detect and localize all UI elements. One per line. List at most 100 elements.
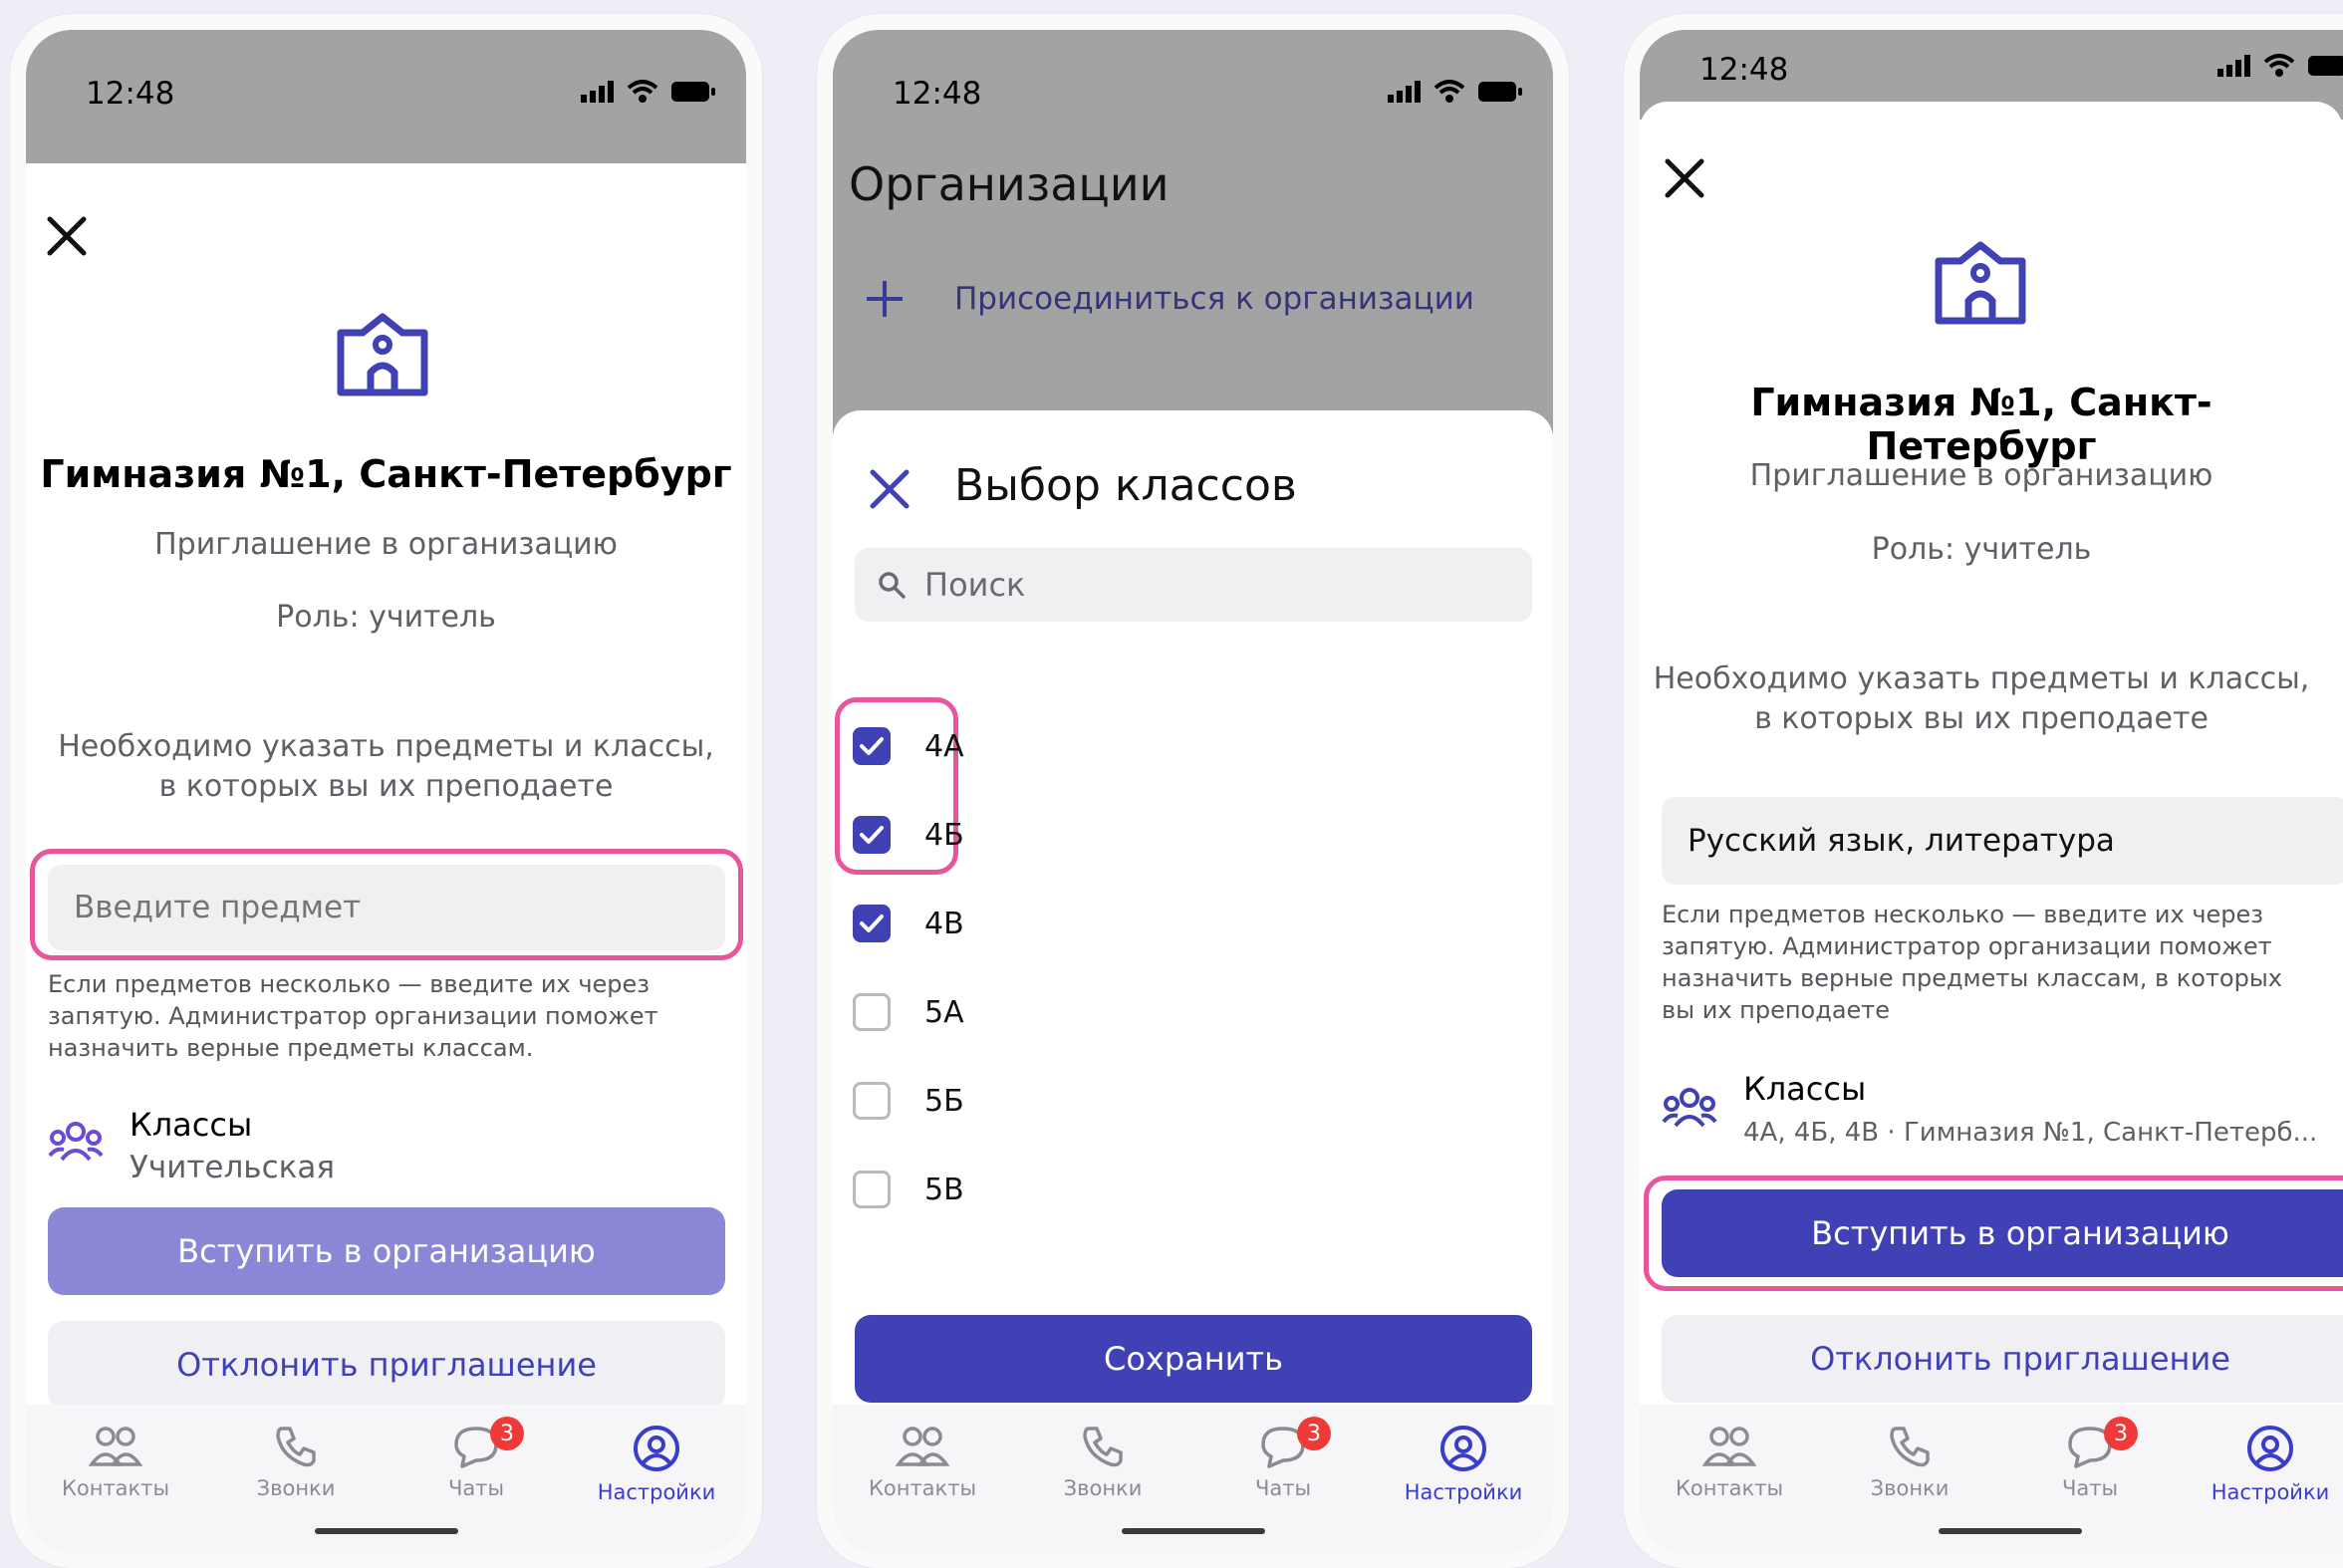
class-option[interactable]: 5А xyxy=(853,993,964,1031)
battery-icon xyxy=(671,82,715,102)
checkbox-checked[interactable] xyxy=(853,727,891,765)
tab-label: Звонки xyxy=(256,1476,336,1500)
tab-calls[interactable]: Звонки xyxy=(206,1425,386,1500)
class-option[interactable]: 4А xyxy=(853,727,964,765)
contacts-icon xyxy=(88,1427,143,1466)
join-organization-label: Присоединиться к организации xyxy=(954,281,1474,317)
class-label: 5Б xyxy=(924,1083,964,1119)
tab-calls[interactable]: Звонки xyxy=(1820,1425,1999,1500)
contacts-icon xyxy=(1701,1427,1757,1466)
tab-settings[interactable]: Настройки xyxy=(567,1425,746,1504)
checkbox-unchecked[interactable] xyxy=(853,993,891,1031)
tab-settings[interactable]: Настройки xyxy=(2181,1425,2343,1504)
instruction-line-2: в которых вы их преподаете xyxy=(158,769,614,804)
search-field[interactable]: Поиск xyxy=(855,548,1532,622)
checkbox-checked[interactable] xyxy=(853,816,891,854)
subject-input[interactable] xyxy=(48,865,725,950)
class-label: 4В xyxy=(924,906,964,941)
instruction-line-1: Необходимо указать предметы и классы, xyxy=(58,729,714,764)
tab-label: Контакты xyxy=(868,1476,977,1500)
battery-icon xyxy=(2308,56,2343,76)
class-option[interactable]: 5В xyxy=(853,1171,964,1208)
checkmark-icon xyxy=(860,737,884,755)
search-icon xyxy=(879,572,906,599)
signal-icon xyxy=(2217,55,2250,77)
tab-label: Чаты xyxy=(2061,1476,2119,1500)
tab-bar: Контакты Звонки Чаты 3 Настройки xyxy=(1640,1405,2343,1554)
classes-value: 4А, 4Б, 4В · Гимназия №1, Санкт-Петерб..… xyxy=(1743,1118,2318,1148)
phone-icon xyxy=(276,1427,316,1467)
save-button[interactable]: Сохранить xyxy=(855,1315,1532,1403)
screen: 12:48 Гимназия №1, Санкт-Петербург Пригл… xyxy=(1640,30,2343,1554)
subject-note-line-3: назначить верные предметы классам, в кот… xyxy=(1662,964,2282,992)
classes-row[interactable]: Классы Учительская xyxy=(48,1100,725,1189)
organizations-background: 12:48 Организации Присоединиться к орган… xyxy=(833,30,1553,448)
subject-note-line-1: Если предметов несколько — введите их че… xyxy=(1662,901,2264,928)
profile-icon xyxy=(2247,1426,2293,1471)
phone-invite-empty: 12:48 Гимназия №1, Санкт-Петербург Пригл… xyxy=(10,14,762,1568)
checkmark-icon xyxy=(860,915,884,932)
invite-sheet: Гимназия №1, Санкт-Петербург Приглашение… xyxy=(1640,102,2343,1554)
class-label: 4А xyxy=(924,728,964,764)
tab-contacts[interactable]: Контакты xyxy=(1640,1425,1819,1500)
decline-invitation-button[interactable]: Отклонить приглашение xyxy=(1662,1315,2343,1403)
group-icon xyxy=(1662,1088,1717,1128)
sheet-title: Выбор классов xyxy=(954,460,1297,511)
wifi-icon xyxy=(2263,54,2295,77)
subject-note-line-3: назначить верные предметы классам. xyxy=(48,1034,534,1062)
join-organization-button[interactable]: Вступить в организацию xyxy=(1662,1189,2343,1277)
tab-label: Чаты xyxy=(1254,1476,1312,1500)
join-organization-link[interactable]: Присоединиться к организации xyxy=(863,277,1474,321)
classes-row[interactable]: Классы 4А, 4Б, 4В · Гимназия №1, Санкт-П… xyxy=(1662,1066,2343,1156)
tab-label: Настройки xyxy=(597,1480,716,1504)
decline-invitation-button[interactable]: Отклонить приглашение xyxy=(48,1321,725,1409)
class-option[interactable]: 5Б xyxy=(853,1082,964,1120)
tab-label: Контакты xyxy=(1675,1476,1784,1500)
subject-input[interactable]: Русский язык, литература xyxy=(1662,797,2343,885)
home-indicator xyxy=(314,1528,458,1534)
status-time: 12:48 xyxy=(1699,52,1789,88)
tab-chats[interactable]: Чаты 3 xyxy=(2000,1417,2180,1500)
instruction-line-1: Необходимо указать предметы и классы, xyxy=(1653,661,2310,696)
tab-chats[interactable]: Чаты 3 xyxy=(387,1417,566,1500)
system-icons xyxy=(2217,54,2343,78)
invite-subtitle: Приглашение в организацию xyxy=(1749,458,2213,493)
tab-bar: Контакты Звонки Чаты 3 Настройки xyxy=(26,1405,746,1554)
battery-icon xyxy=(1478,82,1522,102)
system-icons xyxy=(1388,80,1523,104)
classes-title: Классы xyxy=(130,1106,253,1144)
org-name: Гимназия №1, Санкт-Петербург xyxy=(1750,381,2213,468)
home-indicator xyxy=(1939,1528,2082,1534)
tab-bar: Контакты Звонки Чаты 3 Настройки xyxy=(833,1405,1553,1554)
join-organization-button[interactable]: Вступить в организацию xyxy=(48,1207,725,1295)
close-icon[interactable] xyxy=(44,213,90,259)
tab-calls[interactable]: Звонки xyxy=(1013,1425,1192,1500)
close-icon[interactable] xyxy=(1662,155,1707,201)
subject-value: Русский язык, литература xyxy=(1688,823,2115,859)
checkmark-icon xyxy=(860,826,884,844)
tab-contacts[interactable]: Контакты xyxy=(26,1425,205,1500)
class-label: 4Б xyxy=(924,817,964,853)
class-label: 5А xyxy=(924,994,964,1030)
tab-label: Звонки xyxy=(1063,1476,1143,1500)
checkbox-unchecked[interactable] xyxy=(853,1171,891,1208)
organization-building-icon xyxy=(337,313,428,396)
class-label: 5В xyxy=(924,1172,964,1207)
tab-chats[interactable]: Чаты 3 xyxy=(1193,1417,1373,1500)
unread-badge: 3 xyxy=(490,1417,524,1450)
tab-settings[interactable]: Настройки xyxy=(1374,1425,1553,1504)
signal-icon xyxy=(581,81,614,103)
class-option[interactable]: 4Б xyxy=(853,816,964,854)
tab-contacts[interactable]: Контакты xyxy=(833,1425,1012,1500)
tab-label: Настройки xyxy=(2211,1480,2330,1504)
phone-icon xyxy=(1083,1427,1123,1467)
screen: 12:48 Гимназия №1, Санкт-Петербург Пригл… xyxy=(26,30,746,1554)
phone-invite-filled: 12:48 Гимназия №1, Санкт-Петербург Пригл… xyxy=(1624,14,2343,1568)
checkbox-checked[interactable] xyxy=(853,905,891,942)
checkbox-unchecked[interactable] xyxy=(853,1082,891,1120)
close-icon[interactable] xyxy=(867,466,912,512)
class-option[interactable]: 4В xyxy=(853,905,964,942)
tab-label: Настройки xyxy=(1404,1480,1523,1504)
classes-title: Классы xyxy=(1743,1070,1867,1108)
search-placeholder: Поиск xyxy=(924,566,1026,604)
